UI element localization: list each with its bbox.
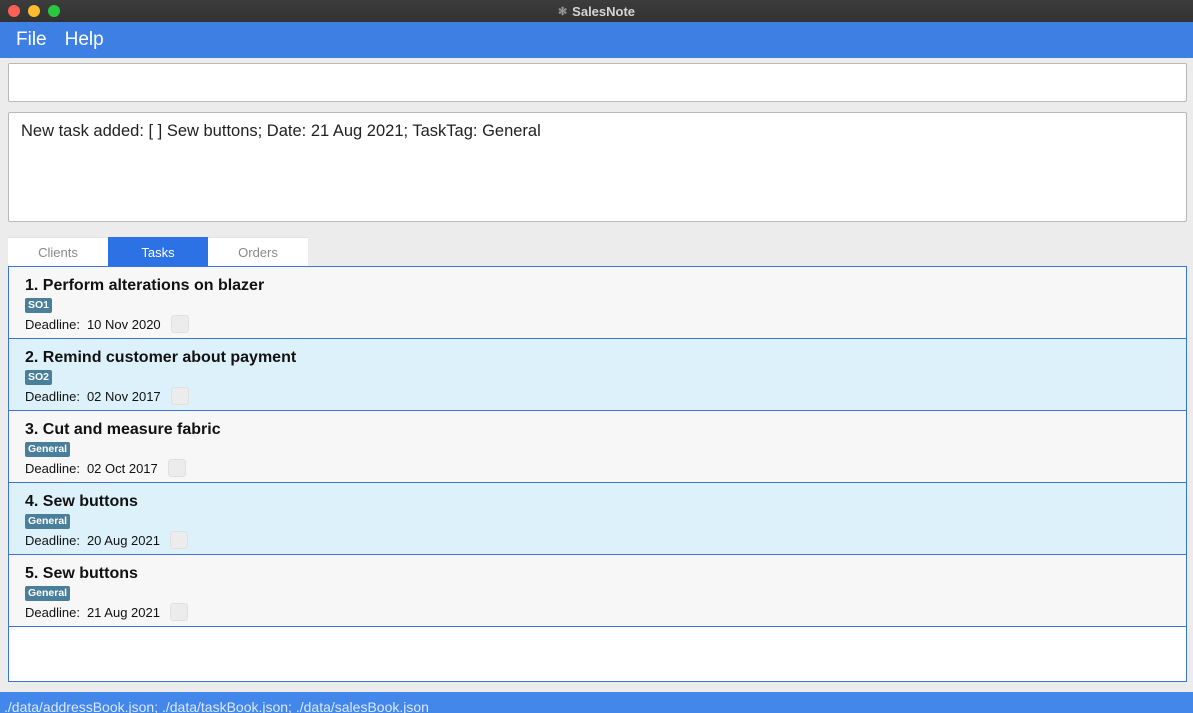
- menu-file[interactable]: File: [16, 29, 47, 51]
- deadline-label: Deadline:: [25, 460, 80, 476]
- task-title: 4. Sew buttons: [25, 493, 138, 510]
- command-input[interactable]: [8, 63, 1187, 102]
- deadline-row: Deadline: 02 Nov 2017: [25, 387, 1170, 405]
- status-bar: ./data/addressBook.json; ./data/taskBook…: [0, 692, 1193, 713]
- task-tag: General: [25, 514, 71, 529]
- task-card[interactable]: 1. Perform alterations on blazer SO1 Dea…: [9, 267, 1186, 339]
- deadline-row: Deadline: 21 Aug 2021: [25, 603, 1170, 621]
- task-card[interactable]: 5. Sew buttons General Deadline: 21 Aug …: [9, 555, 1186, 627]
- close-window-button[interactable]: [8, 5, 20, 17]
- deadline-value: 20 Aug 2021: [86, 532, 160, 548]
- tab-bar: Clients Tasks Orders: [8, 237, 308, 267]
- deadline-row: Deadline: 20 Aug 2021: [25, 531, 1170, 549]
- tab-clients[interactable]: Clients: [8, 237, 108, 267]
- app-icon: ✻: [557, 5, 568, 18]
- status-text: ./data/addressBook.json; ./data/taskBook…: [4, 699, 429, 713]
- menu-help[interactable]: Help: [65, 29, 104, 51]
- task-done-checkbox[interactable]: [167, 459, 186, 477]
- deadline-value: 02 Nov 2017: [86, 388, 161, 404]
- task-card[interactable]: 2. Remind customer about payment SO2 Dea…: [9, 339, 1186, 411]
- task-list[interactable]: 1. Perform alterations on blazer SO1 Dea…: [8, 266, 1187, 682]
- deadline-label: Deadline:: [25, 316, 80, 332]
- window-controls: [8, 5, 60, 17]
- deadline-value: 10 Nov 2020: [86, 316, 161, 332]
- deadline-label: Deadline:: [25, 532, 80, 548]
- task-done-checkbox[interactable]: [169, 603, 188, 621]
- task-tag: SO2: [25, 370, 53, 385]
- window-title: ✻ SalesNote: [558, 4, 635, 19]
- deadline-value: 21 Aug 2021: [86, 604, 160, 620]
- task-tag: General: [25, 442, 71, 457]
- task-title: 1. Perform alterations on blazer: [25, 277, 265, 294]
- task-title: 5. Sew buttons: [25, 565, 138, 582]
- task-tag: SO1: [25, 298, 53, 313]
- deadline-label: Deadline:: [25, 388, 80, 404]
- title-bar: ✻ SalesNote: [0, 0, 1193, 22]
- minimize-window-button[interactable]: [28, 5, 40, 17]
- task-done-checkbox[interactable]: [170, 315, 189, 333]
- task-card[interactable]: 3. Cut and measure fabric General Deadli…: [9, 411, 1186, 483]
- deadline-value: 02 Oct 2017: [86, 460, 158, 476]
- menu-bar: File Help: [0, 22, 1193, 58]
- task-title: 3. Cut and measure fabric: [25, 421, 221, 438]
- deadline-row: Deadline: 10 Nov 2020: [25, 315, 1170, 333]
- task-title: 2. Remind customer about payment: [25, 349, 297, 366]
- result-text: New task added: [ ] Sew buttons; Date: 2…: [21, 122, 541, 140]
- task-card[interactable]: 4. Sew buttons General Deadline: 20 Aug …: [9, 483, 1186, 555]
- task-done-checkbox[interactable]: [170, 387, 189, 405]
- task-done-checkbox[interactable]: [169, 531, 188, 549]
- deadline-label: Deadline:: [25, 604, 80, 620]
- tab-orders[interactable]: Orders: [208, 237, 308, 267]
- deadline-row: Deadline: 02 Oct 2017: [25, 459, 1170, 477]
- window-title-text: SalesNote: [572, 3, 636, 19]
- result-display: New task added: [ ] Sew buttons; Date: 2…: [8, 112, 1187, 222]
- tab-tasks[interactable]: Tasks: [108, 237, 208, 267]
- zoom-window-button[interactable]: [48, 5, 60, 17]
- task-tag: General: [25, 586, 71, 601]
